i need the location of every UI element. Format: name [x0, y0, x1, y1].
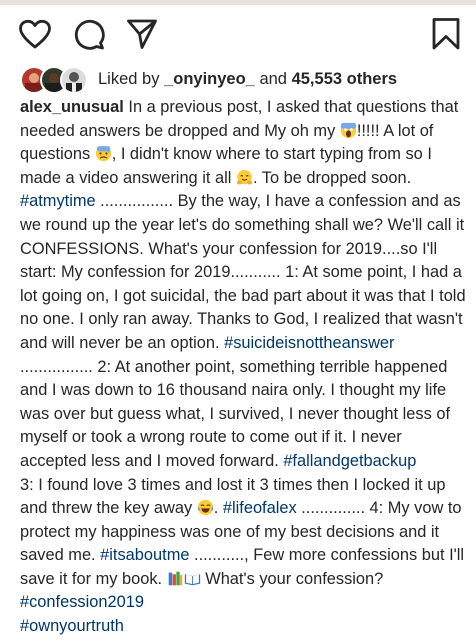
- liker-avatars: [20, 65, 88, 94]
- caption-text: ................ By the way, I have a co…: [20, 192, 466, 352]
- paper-plane-icon: [127, 19, 157, 49]
- comment-button[interactable]: [69, 12, 109, 56]
- likes-and-text: and: [259, 69, 287, 88]
- tears-of-joy-emoji: [197, 499, 213, 516]
- likes-summary: Liked by _onyinyeo_ and 45,553 others: [20, 64, 397, 94]
- heart-outline-icon: [19, 19, 51, 49]
- share-button[interactable]: [122, 12, 162, 56]
- bookmark-icon: [432, 18, 460, 50]
- avatar[interactable]: [60, 66, 88, 94]
- open-book-emoji: [184, 574, 200, 586]
- books-emoji: [168, 571, 182, 586]
- caption-username-link[interactable]: alex_unusual: [20, 98, 124, 116]
- save-button[interactable]: [426, 12, 466, 56]
- previous-post-edge: [0, 0, 476, 5]
- hashtag-link[interactable]: #suicideisnottheanswer: [224, 334, 394, 352]
- hashtag-link[interactable]: #confession2019: [20, 593, 144, 611]
- hashtag-link[interactable]: #lifeofalex: [223, 499, 297, 517]
- screaming-face-emoji: [340, 122, 356, 138]
- hugging-face-emoji: [236, 169, 253, 185]
- caption-text: .: [213, 499, 223, 518]
- caption-text: . To be dropped soon.: [252, 168, 412, 187]
- hashtag-link[interactable]: #atmytime: [20, 192, 96, 210]
- post-action-bar: [0, 12, 476, 56]
- liker-username-link[interactable]: _onyinyeo_: [164, 70, 255, 89]
- anxious-sweat-face-emoji: [95, 146, 111, 162]
- hashtag-link[interactable]: #ownyourtruth: [20, 617, 124, 635]
- like-button[interactable]: [15, 12, 55, 56]
- caption-text: What's your confession?: [200, 569, 384, 588]
- comment-bubble-icon: [74, 19, 105, 50]
- likes-count-link[interactable]: 45,553 others: [292, 70, 397, 89]
- hashtag-link[interactable]: #itsaboutme: [100, 546, 189, 564]
- hashtag-link[interactable]: #fallandgetbackup: [283, 452, 416, 470]
- liked-by-text: Liked by: [98, 69, 160, 88]
- post-caption: alex_unusual In a previous post, I asked…: [20, 96, 470, 639]
